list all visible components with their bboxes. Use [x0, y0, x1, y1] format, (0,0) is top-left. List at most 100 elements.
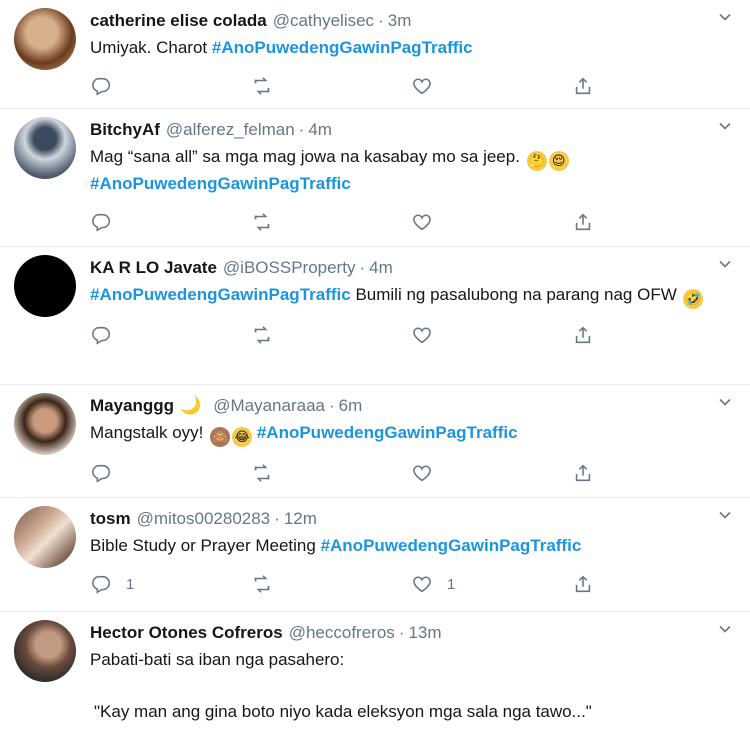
tweet-text-body: Bible Study or Prayer Meeting [90, 536, 321, 555]
tweet-text: Pabati-bati sa iban nga pasahero: [90, 650, 345, 669]
avatar[interactable] [14, 8, 76, 70]
tweet-text-body: Bumili ng pasalubong na parang nag OFW [350, 285, 682, 304]
tweet-text: Bible Study or Prayer Meeting #AnoPuwede… [90, 533, 732, 558]
retweet-button[interactable] [251, 462, 412, 484]
chevron-down-icon[interactable] [718, 395, 732, 409]
timestamp[interactable]: 3m [388, 9, 412, 33]
hashtag-link[interactable]: #AnoPuwedengGawinPagTraffic [90, 174, 351, 193]
separator-dot: · [359, 258, 366, 277]
heart-icon [413, 327, 431, 344]
retweet-icon [254, 575, 269, 593]
separator-dot: · [274, 509, 280, 528]
user-name[interactable]: KA R LO Javate [90, 256, 217, 280]
user-handle[interactable]: @cathyelisec [273, 9, 374, 33]
share-icon [575, 77, 590, 95]
separator-dot: · [298, 120, 305, 139]
avatar[interactable] [14, 255, 76, 317]
tweet[interactable]: KA R LO Javate @iBOSSProperty · 4m #AnoP… [0, 247, 750, 385]
see-no-evil-monkey-emoji: 🙈 [210, 427, 231, 447]
reply-count: 1 [126, 575, 135, 593]
like-button[interactable] [411, 462, 572, 484]
tweet-actions: 1 1 [90, 562, 732, 606]
timestamp[interactable]: 12m [284, 507, 317, 531]
timestamp[interactable]: 6m [339, 394, 363, 418]
chevron-down-icon[interactable] [718, 10, 732, 24]
crescent-moon-emoji: 🌙 [180, 396, 202, 415]
share-icon [575, 213, 590, 231]
reply-button[interactable] [90, 211, 251, 233]
hashtag-link[interactable]: #AnoPuwedengGawinPagTraffic [90, 285, 351, 304]
hashtag-link[interactable]: #AnoPuwedengGawinPagTraffic [212, 38, 473, 57]
avatar[interactable] [14, 620, 76, 682]
chevron-down-icon[interactable] [718, 119, 732, 133]
chevron-down-icon[interactable] [718, 257, 732, 271]
retweet-button[interactable] [251, 324, 412, 346]
like-button[interactable] [411, 324, 572, 346]
user-handle[interactable]: @iBOSSProperty [223, 256, 356, 280]
tweet-actions [90, 451, 732, 495]
share-icon [575, 575, 590, 593]
user-handle[interactable]: @heccofreros [289, 621, 395, 645]
reply-icon [92, 575, 111, 594]
tweet-text: #AnoPuwedengGawinPagTraffic Bumili ng pa… [90, 282, 732, 309]
relieved-face-emoji: 😌 [548, 151, 569, 171]
avatar[interactable] [14, 506, 76, 568]
share-button[interactable] [572, 324, 733, 346]
hashtag-link[interactable]: #AnoPuwedengGawinPagTraffic [257, 423, 518, 442]
avatar[interactable] [14, 393, 76, 455]
user-name[interactable]: tosm [90, 507, 131, 531]
tweet[interactable]: Hector Otones Cofreros @heccofreros · 13… [0, 612, 750, 747]
user-name[interactable]: catherine elise colada [90, 9, 267, 33]
like-count: 1 [447, 575, 456, 593]
tweet[interactable]: Mayanggg 🌙 @Mayanaraaa · 6m Mangstalk oy… [0, 385, 750, 498]
share-icon [575, 464, 590, 482]
reply-icon [92, 326, 111, 345]
separator-dot: · [398, 623, 405, 642]
tweet[interactable]: tosm @mitos00280283 · 12m Bible Study or… [0, 498, 750, 612]
like-button[interactable]: 1 [411, 573, 572, 595]
retweet-button[interactable] [251, 211, 412, 233]
tweet-header: catherine elise colada @cathyelisec · 3m [90, 9, 732, 33]
reply-button[interactable] [90, 462, 251, 484]
retweet-button[interactable] [251, 75, 412, 97]
user-handle[interactable]: @Mayanaraaa [213, 394, 325, 418]
user-handle[interactable]: @alferez_felman [166, 118, 295, 142]
like-button[interactable] [411, 75, 572, 97]
user-name[interactable]: Mayanggg [90, 394, 174, 418]
heart-icon [413, 214, 431, 231]
timestamp[interactable]: 13m [408, 621, 441, 645]
tweet[interactable]: catherine elise colada @cathyelisec · 3m… [0, 0, 750, 109]
reply-icon [92, 77, 111, 96]
retweet-button[interactable] [251, 573, 412, 595]
tweet-header: Mayanggg 🌙 @Mayanaraaa · 6m [90, 394, 732, 418]
tweet[interactable]: BitchyAf @alferez_felman · 4m Mag “sana … [0, 109, 750, 247]
share-icon [575, 326, 590, 344]
joy-face-emoji: 😂 [232, 427, 253, 447]
heart-icon [413, 465, 431, 482]
reply-button[interactable] [90, 75, 251, 97]
user-handle[interactable]: @mitos00280283 [137, 507, 271, 531]
rolling-laughing-emoji: 🤣 [683, 289, 704, 309]
chevron-down-icon[interactable] [718, 508, 732, 522]
retweet-icon [254, 77, 269, 95]
share-button[interactable] [572, 211, 733, 233]
chevron-down-icon[interactable] [718, 622, 732, 636]
reply-icon [92, 464, 111, 483]
reply-button[interactable]: 1 [90, 573, 251, 595]
reply-button[interactable] [90, 324, 251, 346]
user-name[interactable]: Hector Otones Cofreros [90, 621, 283, 645]
separator-dot: · [378, 11, 384, 30]
avatar[interactable] [14, 117, 76, 179]
like-button[interactable] [411, 211, 572, 233]
user-name[interactable]: BitchyAf [90, 118, 160, 142]
hashtag-link[interactable]: #AnoPuwedengGawinPagTraffic [321, 536, 582, 555]
heart-icon [413, 576, 431, 593]
timestamp[interactable]: 4m [369, 256, 393, 280]
share-button[interactable] [572, 573, 733, 595]
tweet-actions [90, 313, 732, 357]
share-button[interactable] [572, 462, 733, 484]
tweet-actions [90, 64, 732, 108]
tweet-text-body: Mag “sana all” sa mga mag jowa na kasaba… [90, 147, 525, 166]
share-button[interactable] [572, 75, 733, 97]
timestamp[interactable]: 4m [308, 118, 332, 142]
